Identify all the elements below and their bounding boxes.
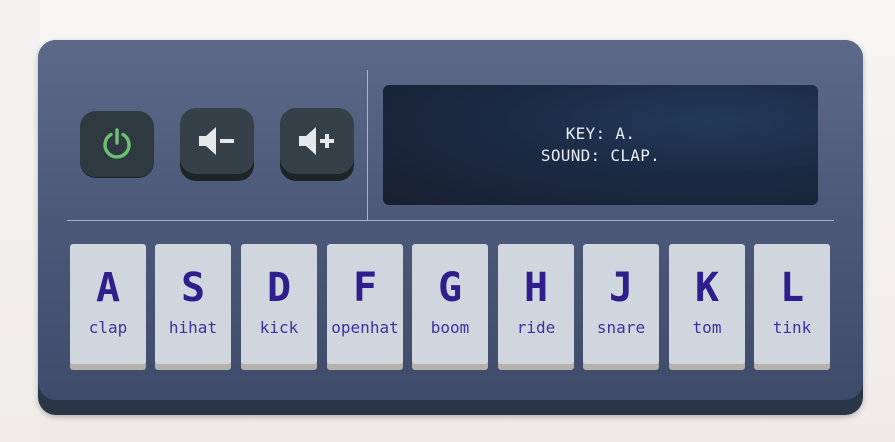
drum-pad-j[interactable]: J snare	[583, 244, 659, 364]
pad-key-label: G	[437, 265, 463, 311]
pad-sound-label: clap	[88, 318, 128, 337]
volume-down-button[interactable]	[180, 108, 254, 174]
drum-pad-f[interactable]: F openhat	[327, 244, 403, 364]
drum-pad-s[interactable]: S hihat	[155, 244, 231, 364]
page-background	[0, 0, 40, 442]
drum-pads: A clap S hihat D kick F openhat G boom H…	[70, 244, 830, 370]
display-sound-line: SOUND: CLAP.	[540, 146, 661, 165]
drum-machine: KEY: A. SOUND: CLAP. A clap S hihat D ki…	[38, 40, 863, 415]
pad-sound-label: openhat	[331, 318, 399, 337]
pad-key-label: L	[779, 265, 805, 311]
drum-machine-face: KEY: A. SOUND: CLAP. A clap S hihat D ki…	[38, 40, 863, 400]
power-button[interactable]	[80, 111, 154, 177]
pad-key-label: F	[352, 265, 378, 311]
pad-key-label: H	[523, 265, 549, 311]
pad-sound-label: boom	[430, 318, 470, 337]
power-icon	[100, 127, 134, 161]
pad-sound-label: tom	[692, 318, 722, 337]
controls-divider-horizontal	[67, 220, 834, 221]
pad-sound-label: hihat	[168, 318, 218, 337]
volume-down-icon	[197, 125, 237, 157]
pad-sound-label: ride	[516, 318, 556, 337]
drum-pad-h[interactable]: H ride	[498, 244, 574, 364]
pad-sound-label: kick	[259, 318, 299, 337]
display-screen: KEY: A. SOUND: CLAP.	[383, 85, 818, 205]
drum-pad-d[interactable]: D kick	[241, 244, 317, 364]
drum-pad-l[interactable]: L tink	[754, 244, 830, 364]
pad-key-label: A	[95, 265, 121, 311]
pad-sound-label: snare	[596, 318, 646, 337]
pad-key-label: K	[694, 265, 720, 311]
pad-sound-label: tink	[772, 318, 812, 337]
drum-pad-k[interactable]: K tom	[669, 244, 745, 364]
display-key-line: KEY: A.	[565, 124, 636, 143]
controls-divider-vertical	[367, 70, 368, 220]
drum-pad-a[interactable]: A clap	[70, 244, 146, 364]
volume-up-icon	[297, 125, 337, 157]
pad-key-label: S	[180, 265, 206, 311]
pad-key-label: J	[608, 265, 634, 311]
volume-up-button[interactable]	[280, 108, 354, 174]
drum-pad-g[interactable]: G boom	[412, 244, 488, 364]
pad-key-label: D	[266, 265, 292, 311]
